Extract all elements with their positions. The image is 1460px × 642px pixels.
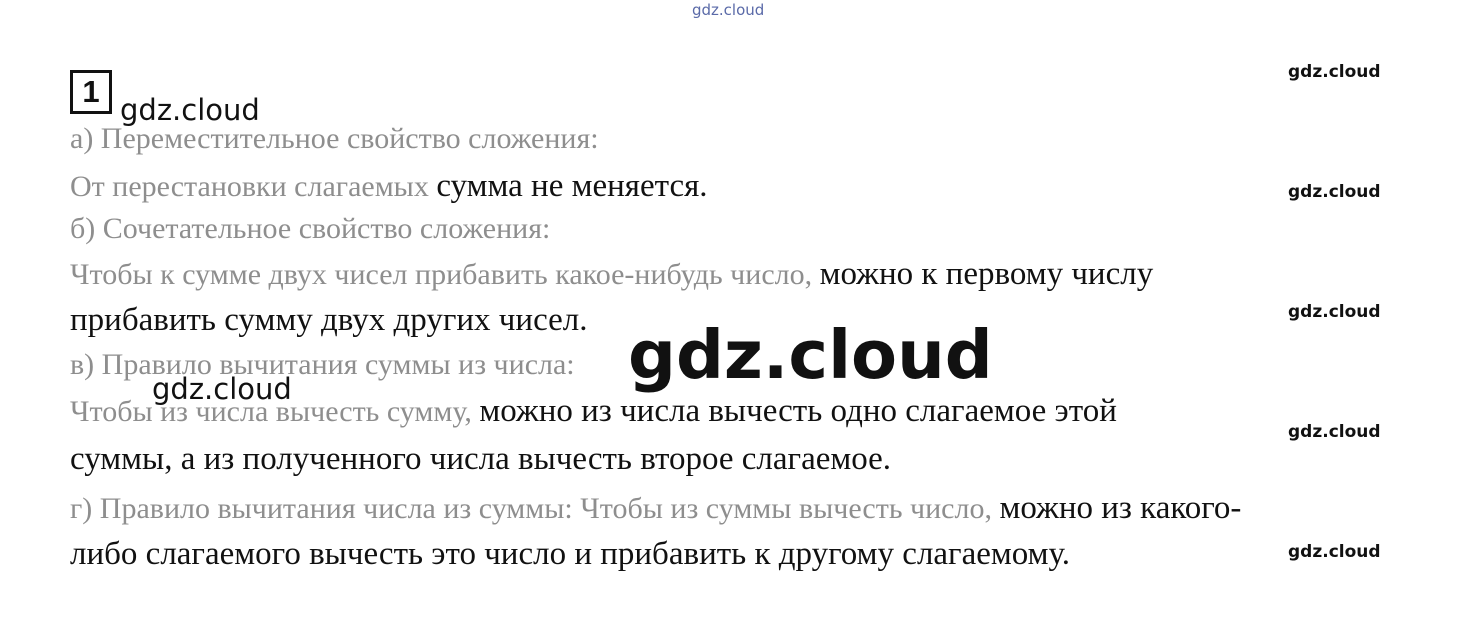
section-b-text-end: можно к первому числу (819, 256, 1154, 292)
section-d-text-end: можно из какого- (999, 490, 1242, 526)
task-number-box: 1 (70, 70, 112, 114)
section-d-text: г) Правило вычитания числа из суммы: Что… (70, 492, 1241, 525)
section-c-text-start: Чтобы из числа вычесть сумму, (70, 395, 480, 428)
watermark-right-1: gdz.cloud (1288, 62, 1381, 82)
section-b-text-start: Чтобы к сумме двух чисел прибавить какое… (70, 258, 820, 291)
watermark-right-5: gdz.cloud (1288, 542, 1381, 562)
section-a-heading: а) Переместительное свойство сложения: (70, 122, 599, 155)
section-a-text: От перестановки слагаемых сумма не меняе… (70, 170, 708, 203)
section-a-text-end: сумма не меняется. (436, 168, 708, 204)
section-d-text-line2: либо слагаемого вычесть это число и приб… (70, 536, 1070, 572)
section-c-text-end: можно из числа вычесть одно слагаемое эт… (479, 393, 1117, 429)
watermark-top: gdz.cloud (692, 1, 765, 19)
section-b-text: Чтобы к сумме двух чисел прибавить какое… (70, 258, 1153, 291)
watermark-heading: gdz.cloud (120, 93, 260, 127)
section-c-heading: в) Правило вычитания суммы из числа: (70, 348, 575, 381)
watermark-right-4: gdz.cloud (1288, 422, 1381, 442)
watermark-center: gdz.cloud (628, 316, 993, 394)
section-c-text: Чтобы из числа вычесть сумму, можно из ч… (70, 395, 1117, 428)
section-c-text-line2: суммы, а из полученного числа вычесть вт… (70, 441, 892, 477)
section-a-text-start: От перестановки слагаемых (70, 170, 437, 203)
section-b-heading: б) Сочетательное свойство сложения: (70, 212, 551, 245)
watermark-right-2: gdz.cloud (1288, 182, 1381, 202)
watermark-right-3: gdz.cloud (1288, 302, 1381, 322)
section-d-text-start: г) Правило вычитания числа из суммы: Что… (70, 492, 1000, 525)
section-b-text-line2: прибавить сумму двух других чисел. (70, 302, 588, 338)
